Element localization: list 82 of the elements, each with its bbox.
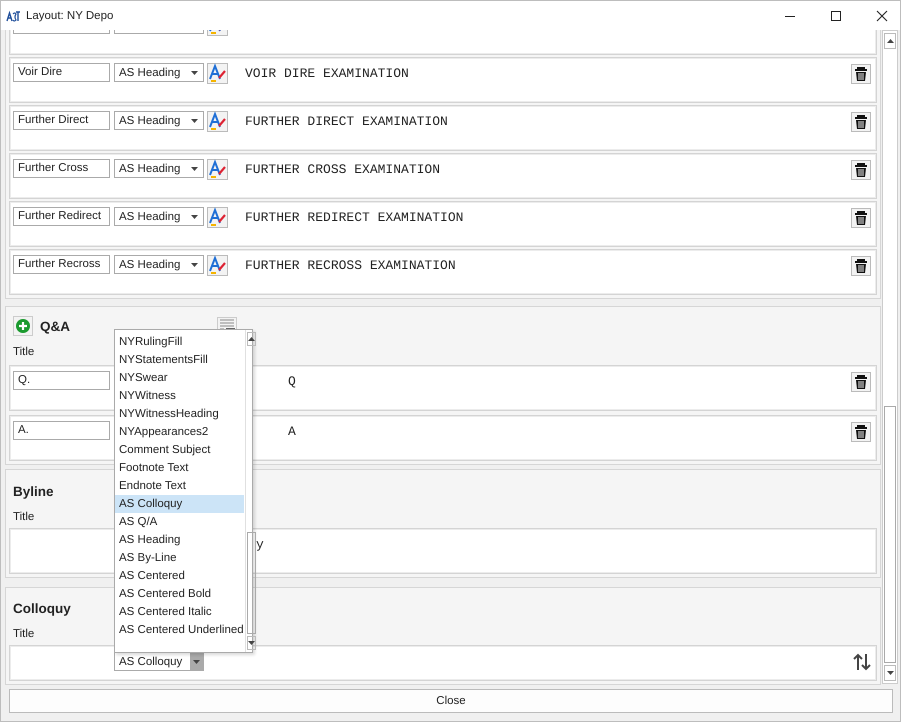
scroll-down-button[interactable]	[884, 665, 896, 681]
title-field[interactable]: Further Redirect	[13, 207, 110, 226]
dropdown-option[interactable]: AS By-Line	[115, 549, 244, 567]
section-title: Colloquy	[13, 600, 71, 616]
dropdown-option[interactable]: NYRulingFill	[115, 333, 244, 351]
dropdown-option[interactable]: NYWitness	[115, 387, 244, 405]
dropdown-option[interactable]: Endnote Text	[115, 477, 244, 495]
close-button[interactable]: Close	[9, 689, 893, 713]
section-title: Q&A	[40, 318, 70, 334]
caret-icon	[191, 118, 198, 122]
add-icon[interactable]	[13, 316, 33, 336]
style-dropdown[interactable]: AS Heading	[114, 111, 204, 130]
dropdown-option[interactable]: AS Q/A	[115, 513, 244, 531]
style-preview: VOIR DIRE EXAMINATION	[245, 66, 409, 81]
maximize-icon[interactable]	[830, 10, 842, 22]
font-style-icon[interactable]	[207, 111, 228, 132]
style-dropdown[interactable]: AS Heading	[114, 159, 204, 178]
scrollbar[interactable]	[244, 330, 257, 652]
style-preview: FURTHER CROSS EXAMINATION	[245, 162, 440, 177]
app-logo-icon	[6, 10, 20, 22]
title-field[interactable]: Further Recross	[13, 255, 110, 274]
style-dropdown[interactable]: AS Heading	[114, 63, 204, 82]
section-title: Byline	[13, 484, 54, 498]
delete-icon[interactable]	[851, 256, 871, 276]
dropdown-option[interactable]: Comment Subject	[115, 441, 244, 459]
dropdown-option[interactable]: NYSwear	[115, 369, 244, 387]
window-title: Layout: NY Depo	[26, 10, 114, 22]
dropdown-option[interactable]: AS Heading	[115, 531, 244, 549]
title-field[interactable]: Further Direct	[13, 111, 110, 130]
sort-arrows-icon[interactable]	[853, 653, 871, 671]
style-preview: y	[256, 537, 264, 552]
delete-icon[interactable]	[851, 112, 871, 132]
dropdown-option[interactable]: Footnote Text	[115, 459, 244, 477]
font-style-icon[interactable]	[207, 255, 228, 276]
dropdown-option[interactable]: AS Centered Underlined	[115, 621, 244, 639]
style-dropdown[interactable]: AS Colloquy	[114, 652, 204, 671]
font-style-icon[interactable]	[207, 159, 228, 180]
dropdown-option[interactable]: AS Centered Italic	[115, 603, 244, 621]
dropdown-option[interactable]: AS Centered Bold	[115, 585, 244, 603]
dropdown-button[interactable]	[190, 653, 203, 670]
style-preview: FURTHER DIRECT EXAMINATION	[245, 114, 448, 129]
scroll-down-button[interactable]	[246, 636, 256, 650]
dropdown-option[interactable]: NYAppearances2	[115, 423, 244, 441]
caret-icon	[191, 70, 198, 74]
font-style-icon[interactable]	[207, 63, 228, 84]
delete-icon[interactable]	[851, 208, 871, 228]
field-label: Title	[13, 628, 34, 640]
style-preview: A	[288, 424, 296, 439]
dropdown-option[interactable]: NYWitnessHeading	[115, 405, 244, 423]
delete-icon[interactable]	[851, 372, 871, 392]
dropdown-option[interactable]: AS Colloquy	[115, 495, 244, 513]
field-label: Title	[13, 346, 34, 358]
style-dropdown[interactable]: AS Heading	[114, 207, 204, 226]
delete-icon[interactable]	[851, 160, 871, 180]
style-dropdown[interactable]: AS Heading	[114, 255, 204, 274]
arrow-down-icon	[248, 641, 255, 645]
scrollbar[interactable]	[882, 30, 898, 684]
title-field[interactable]: Further Cross	[13, 159, 110, 178]
title-field[interactable]: A.	[13, 421, 110, 440]
arrow-up-icon	[886, 39, 894, 43]
arrow-up-icon	[248, 337, 255, 341]
delete-icon[interactable]	[851, 64, 871, 84]
caret-icon	[191, 214, 198, 218]
style-preview: FURTHER REDIRECT EXAMINATION	[245, 210, 464, 225]
delete-icon[interactable]	[851, 422, 871, 442]
scroll-up-button[interactable]	[246, 332, 256, 346]
title-field[interactable]: Voir Dire	[13, 63, 110, 82]
arrow-down-icon	[886, 671, 894, 675]
close-icon[interactable]	[876, 10, 888, 22]
dropdown-option[interactable]: AS Centered	[115, 567, 244, 585]
scroll-up-button[interactable]	[884, 33, 896, 49]
field-label: Title	[13, 511, 34, 523]
style-preview: FURTHER RECROSS EXAMINATION	[245, 258, 456, 273]
title-field[interactable]: Q.	[13, 371, 110, 390]
caret-icon	[191, 166, 198, 170]
caret-icon	[193, 660, 200, 664]
caret-icon	[191, 262, 198, 266]
dropdown-option[interactable]: NYStatementsFill	[115, 351, 244, 369]
scroll-thumb[interactable]	[246, 532, 256, 634]
style-preview: Q	[288, 374, 296, 389]
font-style-icon[interactable]	[207, 207, 228, 228]
scroll-thumb[interactable]	[884, 406, 896, 663]
